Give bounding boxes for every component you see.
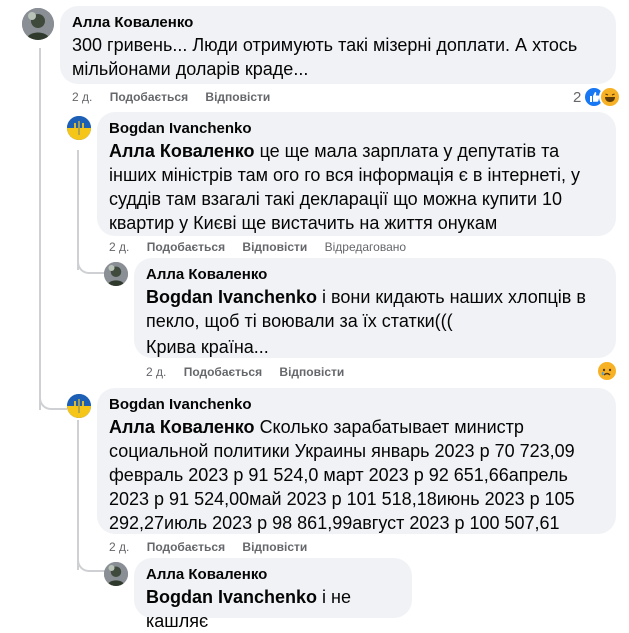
mention-link[interactable]: Bogdan Ivanchenko bbox=[146, 587, 317, 607]
avatar[interactable] bbox=[104, 562, 128, 586]
avatar[interactable] bbox=[67, 116, 91, 140]
comment-text: Алла Коваленко Сколько зарабатывает мини… bbox=[109, 415, 604, 535]
reactions-summary[interactable] bbox=[596, 360, 618, 382]
reactions-summary[interactable]: 2 bbox=[573, 86, 622, 108]
comment-text-line: Крива країна... bbox=[146, 337, 269, 357]
trident-emblem-icon bbox=[67, 394, 91, 418]
comment-bubble: Bogdan Ivanchenko Алла Коваленко це ще м… bbox=[97, 112, 616, 236]
like-button[interactable]: Подобається bbox=[147, 540, 225, 554]
reply-button[interactable]: Відповісти bbox=[205, 90, 270, 104]
reply-button[interactable]: Відповісти bbox=[242, 540, 307, 554]
comment-actions: 2 д. Подобається Відповісти bbox=[109, 540, 321, 554]
avatar[interactable] bbox=[104, 262, 128, 286]
user-photo-icon bbox=[22, 8, 54, 40]
comment-actions: 2 д. Подобається Відповісти bbox=[72, 90, 284, 104]
user-photo-icon bbox=[104, 562, 128, 586]
comment-actions: 2 д. Подобається Відповісти Відредагован… bbox=[109, 240, 420, 254]
sad-icon bbox=[596, 360, 618, 382]
comment-bubble: Bogdan Ivanchenko Алла Коваленко Сколько… bbox=[97, 388, 616, 534]
like-button[interactable]: Подобається bbox=[147, 240, 225, 254]
comment-text: Алла Коваленко це ще мала зарплата у деп… bbox=[109, 139, 604, 235]
comment-text: 300 гривень... Люди отримують такі мізер… bbox=[72, 35, 578, 79]
reply-button[interactable]: Відповісти bbox=[279, 365, 344, 379]
comment-text: Bogdan Ivanchenko і вони кидають наших х… bbox=[146, 285, 604, 333]
mention-link[interactable]: Bogdan Ivanchenko bbox=[146, 287, 317, 307]
thread-line-main bbox=[39, 48, 41, 410]
avatar[interactable] bbox=[22, 8, 54, 40]
like-button[interactable]: Подобається bbox=[110, 90, 188, 104]
comment-author[interactable]: Bogdan Ivanchenko bbox=[109, 120, 604, 137]
comment-bubble: Алла Коваленко Bogdan Ivanchenko і вони … bbox=[134, 258, 616, 358]
reply-button[interactable]: Відповісти bbox=[242, 240, 307, 254]
comment-actions: 2 д. Подобається Відповісти bbox=[146, 365, 358, 379]
trident-emblem-icon bbox=[67, 116, 91, 140]
comment-time[interactable]: 2 д. bbox=[109, 240, 129, 254]
comment-author[interactable]: Алла Коваленко bbox=[146, 566, 400, 583]
thread-curve bbox=[39, 380, 67, 410]
mention-link[interactable]: Алла Коваленко bbox=[109, 141, 255, 161]
comment-bubble: Алла Коваленко Bogdan Ivanchenko і не ка… bbox=[134, 558, 412, 631]
like-button[interactable]: Подобається bbox=[184, 365, 262, 379]
comment-bubble: Алла Коваленко 300 гривень... Люди отрим… bbox=[60, 6, 616, 84]
comment-text: Bogdan Ivanchenko і не кашляє bbox=[146, 585, 400, 633]
user-photo-icon bbox=[104, 262, 128, 286]
edited-label[interactable]: Відредаговано bbox=[325, 240, 406, 254]
reaction-count: 2 bbox=[573, 88, 582, 106]
comment-time[interactable]: 2 д. bbox=[109, 540, 129, 554]
avatar[interactable] bbox=[67, 394, 91, 418]
comment-author[interactable]: Алла Коваленко bbox=[146, 266, 604, 283]
comment-time[interactable]: 2 д. bbox=[72, 90, 92, 104]
mention-link[interactable]: Алла Коваленко bbox=[109, 417, 255, 437]
thread-curve-nested-2 bbox=[77, 548, 105, 572]
comment-author[interactable]: Алла Коваленко bbox=[72, 14, 604, 31]
comment-time[interactable]: 2 д. bbox=[146, 365, 166, 379]
thread-curve-nested bbox=[77, 250, 105, 274]
comment-author[interactable]: Bogdan Ivanchenko bbox=[109, 396, 604, 413]
haha-icon bbox=[599, 86, 622, 108]
